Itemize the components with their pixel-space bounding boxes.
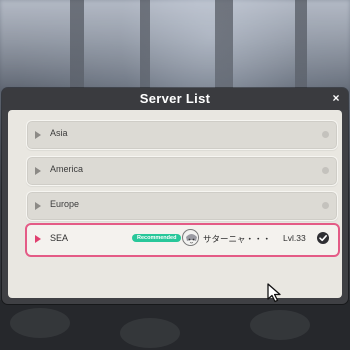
server-name: America (50, 164, 84, 174)
server-row-europe[interactable]: Europe (26, 191, 338, 221)
dialog-title: Server List (139, 91, 211, 106)
checkmark-icon (316, 231, 330, 245)
recommended-badge: Recommended (132, 234, 182, 242)
radio-icon (322, 167, 329, 174)
row-marker-icon (35, 235, 41, 243)
server-name: SEA (50, 233, 69, 243)
row-marker-icon (35, 131, 41, 139)
server-list-dialog: Server List × Asia America Europe SEA Re… (2, 88, 348, 304)
server-row-america[interactable]: America (26, 156, 338, 186)
server-row-sea[interactable]: SEA Recommended サターニャ・・・ Lvl.33 (25, 223, 340, 257)
background-foliage (0, 300, 350, 350)
server-row-asia[interactable]: Asia (26, 120, 338, 150)
avatar-portrait (184, 231, 198, 245)
server-name: Europe (50, 199, 80, 209)
avatar (182, 229, 199, 246)
server-list: Asia America Europe SEA Recommended サターニ… (8, 110, 342, 298)
row-marker-icon (35, 202, 41, 210)
dialog-header: Server List × (2, 88, 348, 110)
background-leaf (250, 310, 310, 340)
server-name: Asia (50, 128, 68, 138)
close-icon[interactable]: × (329, 91, 343, 105)
radio-icon (322, 131, 329, 138)
background-leaf (120, 318, 180, 348)
background-building (295, 0, 307, 88)
row-marker-icon (35, 167, 41, 175)
background-leaf (10, 308, 70, 338)
mouse-cursor-icon (266, 283, 284, 303)
background-building (215, 0, 233, 88)
radio-icon (322, 202, 329, 209)
player-name: サターニャ・・・ (203, 234, 272, 244)
background-building (70, 0, 84, 88)
background-building (140, 0, 150, 88)
player-level: Lvl.33 (283, 233, 306, 243)
